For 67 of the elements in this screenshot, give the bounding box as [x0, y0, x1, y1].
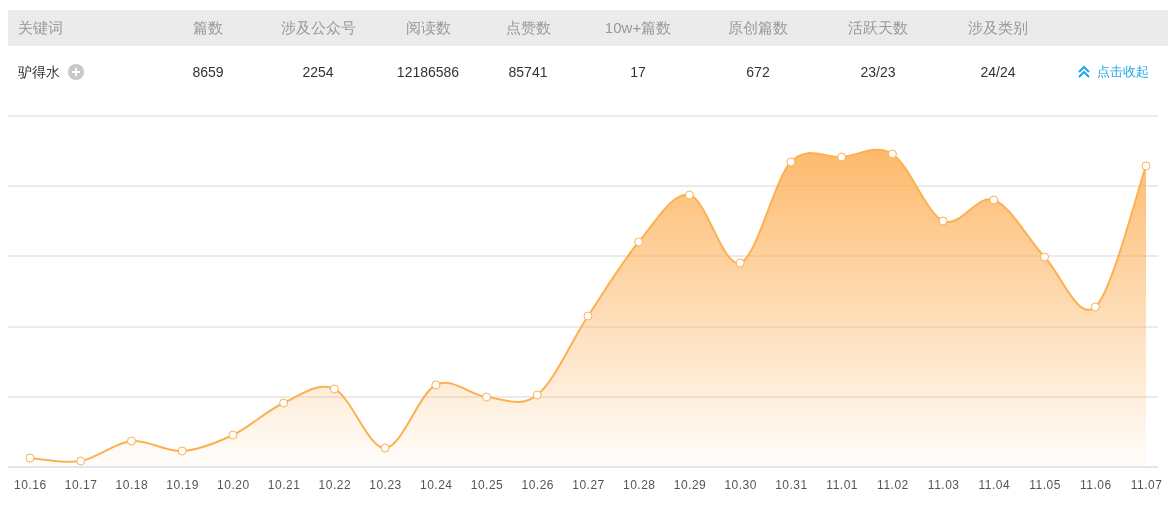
axis-label: 10.16: [13, 477, 48, 494]
axis-label: 10.23: [368, 477, 403, 494]
data-point: [532, 390, 542, 400]
data-point: [177, 446, 187, 456]
data-point: [482, 392, 492, 402]
keyword-text: 驴得水: [18, 62, 60, 82]
data-point: [989, 195, 999, 205]
axis-label: 10.22: [317, 477, 353, 494]
axis-label: 10.27: [571, 477, 606, 494]
data-point: [837, 152, 847, 162]
axis-label: 11.06: [1079, 477, 1113, 494]
axis-label: 10.21: [266, 477, 302, 494]
axis-label: 10.25: [469, 477, 505, 494]
table-cell-text: 8659: [192, 62, 224, 82]
data-point: [126, 436, 136, 446]
axis-label: 11.01: [825, 477, 859, 494]
data-point: [1090, 302, 1100, 312]
collapse-button[interactable]: 点击收起: [1077, 62, 1149, 82]
axis-label: 10.30: [723, 477, 758, 494]
axis-label: 10.29: [672, 477, 708, 494]
add-icon[interactable]: [68, 64, 84, 80]
table-cell-text: 85741: [508, 62, 548, 82]
column-header: 关键词: [17, 17, 63, 38]
data-point: [431, 380, 441, 390]
table-cell-text: 23/23: [860, 62, 896, 82]
table-cell-text: 24/24: [980, 62, 1016, 82]
data-point: [76, 456, 86, 466]
data-point: [25, 453, 35, 463]
table-cell-text: 17: [630, 62, 646, 82]
data-point: [329, 384, 339, 394]
axis-label: 11.07: [1129, 477, 1164, 494]
table-cell-text: 2254: [302, 62, 334, 82]
data-point: [1141, 161, 1151, 171]
axis-label: 10.31: [774, 477, 809, 494]
data-point: [887, 149, 897, 159]
data-point: [380, 443, 390, 453]
data-point: [228, 430, 238, 440]
data-point: [938, 216, 948, 226]
data-point: [279, 398, 289, 408]
axis-label: 10.17: [63, 477, 99, 494]
double-chevron-up-icon: [1077, 65, 1091, 79]
axis-label: 11.02: [876, 477, 910, 494]
table-cell-text: 12186586: [396, 62, 460, 82]
axis-label: 10.18: [114, 477, 150, 494]
column-header: 10w+篇数: [604, 17, 672, 38]
data-point: [1040, 252, 1050, 262]
column-header: 活跃天数: [848, 17, 908, 38]
column-header: 涉及公众号: [280, 17, 356, 38]
table-cell-text: 672: [746, 62, 770, 82]
column-header: 点赞数: [505, 17, 551, 38]
data-point: [684, 190, 694, 200]
axis-label: 10.24: [419, 477, 454, 494]
axis-label: 11.05: [1028, 477, 1062, 494]
axis-label: 11.03: [926, 477, 961, 494]
data-point: [634, 237, 644, 247]
column-header: 阅读数: [405, 17, 451, 38]
column-header: 篇数: [193, 17, 223, 38]
column-header: 涉及类别: [968, 17, 1028, 38]
data-point: [786, 157, 796, 167]
data-point: [583, 311, 593, 321]
data-point: [735, 258, 745, 268]
axis-label: 10.20: [216, 477, 251, 494]
column-header: 原创篇数: [728, 17, 788, 38]
axis-label: 11.04: [977, 477, 1012, 494]
axis-label: 10.28: [621, 477, 657, 494]
axis-label: 10.26: [520, 477, 555, 494]
axis-label: 10.19: [165, 477, 200, 494]
